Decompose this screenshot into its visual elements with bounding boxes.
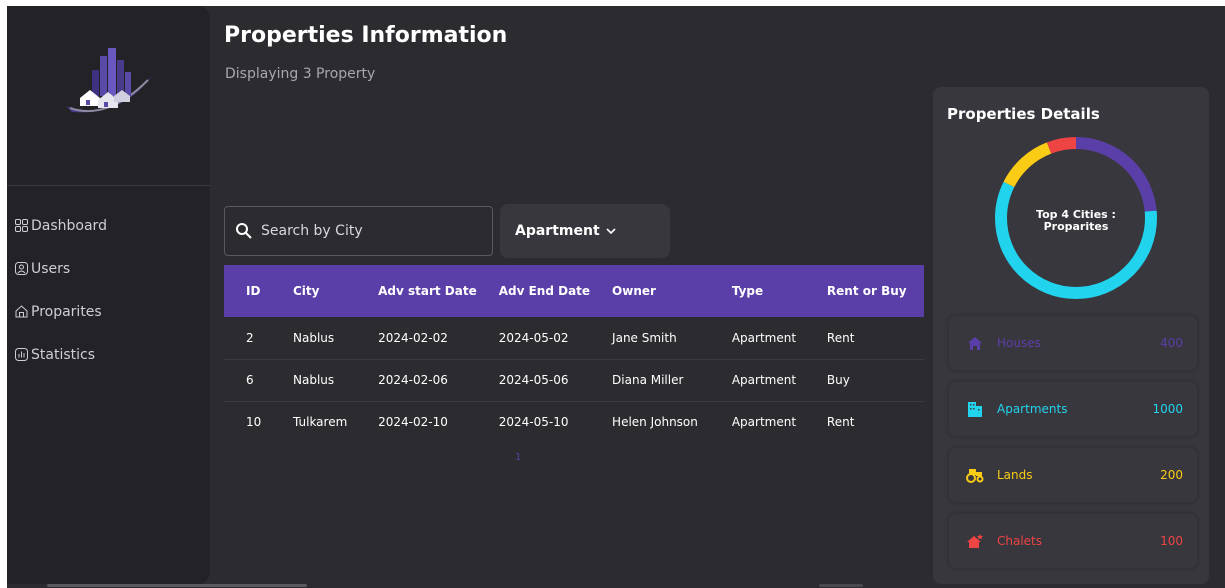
dashboard-icon — [14, 219, 28, 233]
table-cell: 2024-05-06 — [498, 373, 569, 387]
table-cell: Jane Smith — [612, 330, 677, 345]
search-box[interactable] — [224, 206, 493, 256]
panel-title: Properties Details — [947, 105, 1100, 123]
sidebar-nav: Dashboard Users Proparites Statistics — [14, 204, 107, 376]
table-cell: Diana Miller — [612, 373, 684, 387]
table-row[interactable]: 2 Nablus 2024-02-02 2024-05-02 Jane Smit… — [224, 317, 924, 359]
apartment-building-icon — [965, 399, 985, 419]
properties-table-container[interactable]: ID City Adv start Date Adv End Date Owne… — [224, 265, 924, 445]
chalet-house-icon — [965, 531, 985, 551]
horizontal-scrollbar[interactable] — [47, 584, 307, 587]
table-cell: 6 — [246, 373, 254, 387]
statistics-icon — [14, 348, 28, 362]
sidebar-item-users[interactable]: Users — [14, 247, 107, 290]
sidebar-item-label: Dashboard — [31, 217, 107, 234]
horizontal-scrollbar-thumb[interactable] — [819, 584, 863, 587]
stat-value: 400 — [1160, 336, 1183, 350]
table-cell: 2024-02-06 — [378, 373, 448, 387]
type-filter-value: Apartment — [515, 223, 600, 239]
table-cell: 2024-05-10 — [498, 415, 569, 430]
stat-card-houses[interactable]: Houses 400 — [948, 315, 1198, 371]
sidebar-item-dashboard[interactable]: Dashboard — [14, 204, 107, 247]
column-header[interactable]: Rent or Buy — [805, 265, 907, 317]
column-header[interactable]: Adv start Date — [356, 265, 477, 317]
table-row[interactable]: 6 Nablus 2024-02-06 2024-05-06 Diana Mil… — [224, 359, 924, 401]
column-header[interactable]: ID — [224, 265, 271, 317]
users-icon — [14, 262, 28, 276]
page-subtitle: Displaying 3 Property — [225, 66, 376, 82]
column-header[interactable]: Adv End Date — [477, 265, 590, 317]
city-buildings-logo — [66, 48, 152, 113]
stat-label: Houses — [997, 336, 1041, 350]
table-cell: Tulkarem — [293, 415, 348, 430]
pagination-page-1[interactable]: 1 — [515, 452, 521, 463]
properties-table: ID City Adv start Date Adv End Date Owne… — [224, 265, 924, 443]
table-cell: Apartment — [731, 415, 797, 430]
sidebar-item-label: Proparites — [31, 303, 102, 320]
table-cell: 2024-02-10 — [378, 415, 448, 430]
table-cell: Nablus — [293, 330, 335, 345]
column-header[interactable]: City — [271, 265, 356, 317]
column-header[interactable]: Type — [710, 265, 805, 317]
table-cell: Buy — [826, 373, 850, 387]
sidebar: Dashboard Users Proparites Statistics — [7, 6, 210, 584]
table-row[interactable]: 10 Tulkarem 2024-02-10 2024-05-10 Helen … — [224, 401, 924, 443]
table-cell: S — [907, 401, 924, 443]
table-cell: C — [907, 317, 924, 359]
table-cell: D — [907, 359, 924, 401]
stat-value: 1000 — [1152, 402, 1183, 416]
search-icon — [236, 223, 252, 239]
search-input[interactable] — [261, 223, 471, 239]
table-cell: 2 — [246, 330, 254, 345]
table-cell: 2024-05-02 — [498, 330, 569, 345]
stat-card-apartments[interactable]: Apartments 1000 — [948, 381, 1198, 437]
house-icon — [965, 333, 985, 353]
table-cell: Apartment — [731, 373, 797, 387]
home-icon — [14, 305, 28, 319]
tractor-icon — [965, 465, 985, 485]
table-cell: 2024-02-02 — [378, 330, 448, 345]
stat-card-lands[interactable]: Lands 200 — [948, 447, 1198, 503]
stat-label: Chalets — [997, 534, 1043, 548]
stat-value: 200 — [1160, 468, 1183, 482]
type-filter-dropdown[interactable]: Apartment — [500, 204, 670, 258]
table-cell: Apartment — [731, 330, 797, 345]
sidebar-divider — [7, 185, 210, 186]
table-cell: 10 — [246, 415, 262, 430]
stat-label: Apartments — [997, 402, 1068, 416]
column-header[interactable]: Owner — [590, 265, 710, 317]
table-cell: Rent — [826, 330, 855, 345]
app-window: Dashboard Users Proparites Statistics Pr… — [7, 6, 1225, 588]
stat-card-chalets[interactable]: Chalets 100 — [948, 513, 1198, 569]
chevron-down-icon — [606, 227, 616, 235]
properties-details-panel: Properties Details Top 4 Cities : Propar… — [933, 87, 1209, 584]
column-header[interactable]: S — [907, 265, 924, 317]
table-cell: Helen Johnson — [612, 415, 698, 430]
page-title: Properties Information — [224, 23, 508, 48]
table-header-row: ID City Adv start Date Adv End Date Owne… — [224, 265, 924, 317]
stat-value: 100 — [1160, 534, 1183, 548]
table-cell: Nablus — [293, 373, 335, 387]
table-cell: Rent — [826, 415, 855, 430]
sidebar-item-label: Users — [31, 260, 71, 277]
sidebar-item-proparites[interactable]: Proparites — [14, 290, 107, 333]
sidebar-item-label: Statistics — [31, 346, 95, 363]
stat-label: Lands — [997, 468, 1033, 482]
donut-center-label: Top 4 Cities : Proparites — [991, 209, 1161, 233]
sidebar-item-statistics[interactable]: Statistics — [14, 333, 107, 376]
donut-label-line: Proparites — [1043, 220, 1109, 233]
